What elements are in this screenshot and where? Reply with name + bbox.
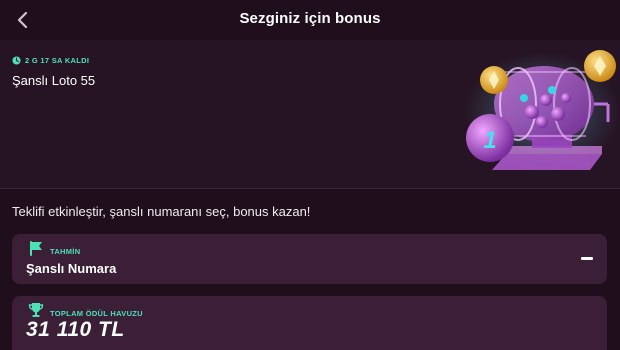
- prize-pool-amount: 31 110 TL: [26, 318, 125, 341]
- trophy-icon: [28, 303, 44, 317]
- lottery-machine-illustration: 1: [464, 50, 620, 172]
- page-title: Sezginiz için bonus: [239, 10, 381, 27]
- offer-description: Teklifi etkinleştir, şanslı numaranı seç…: [12, 204, 311, 219]
- clock-icon: [12, 56, 21, 65]
- svg-text:1: 1: [483, 127, 496, 154]
- countdown-timer: 2 G 17 SA KALDI: [12, 56, 89, 65]
- section-divider: [0, 188, 620, 189]
- countdown-text: 2 G 17 SA KALDI: [25, 56, 90, 65]
- promo-title: Şanslı Loto 55: [12, 73, 96, 88]
- header: Sezginiz için bonus: [0, 0, 620, 40]
- prediction-card[interactable]: TAHMİN Şanslı Numara: [12, 234, 607, 284]
- prediction-label: TAHMİN: [50, 247, 81, 256]
- minus-icon[interactable]: [581, 257, 593, 260]
- prize-pool-card: TOPLAM ÖDÜL HAVUZU 31 110 TL: [12, 296, 607, 350]
- flag-icon: [30, 241, 42, 256]
- prediction-value: Şanslı Numara: [26, 261, 117, 276]
- hero-banner: 2 G 17 SA KALDI Şanslı Loto 55 1: [0, 40, 620, 188]
- prize-pool-label: TOPLAM ÖDÜL HAVUZU: [50, 309, 143, 318]
